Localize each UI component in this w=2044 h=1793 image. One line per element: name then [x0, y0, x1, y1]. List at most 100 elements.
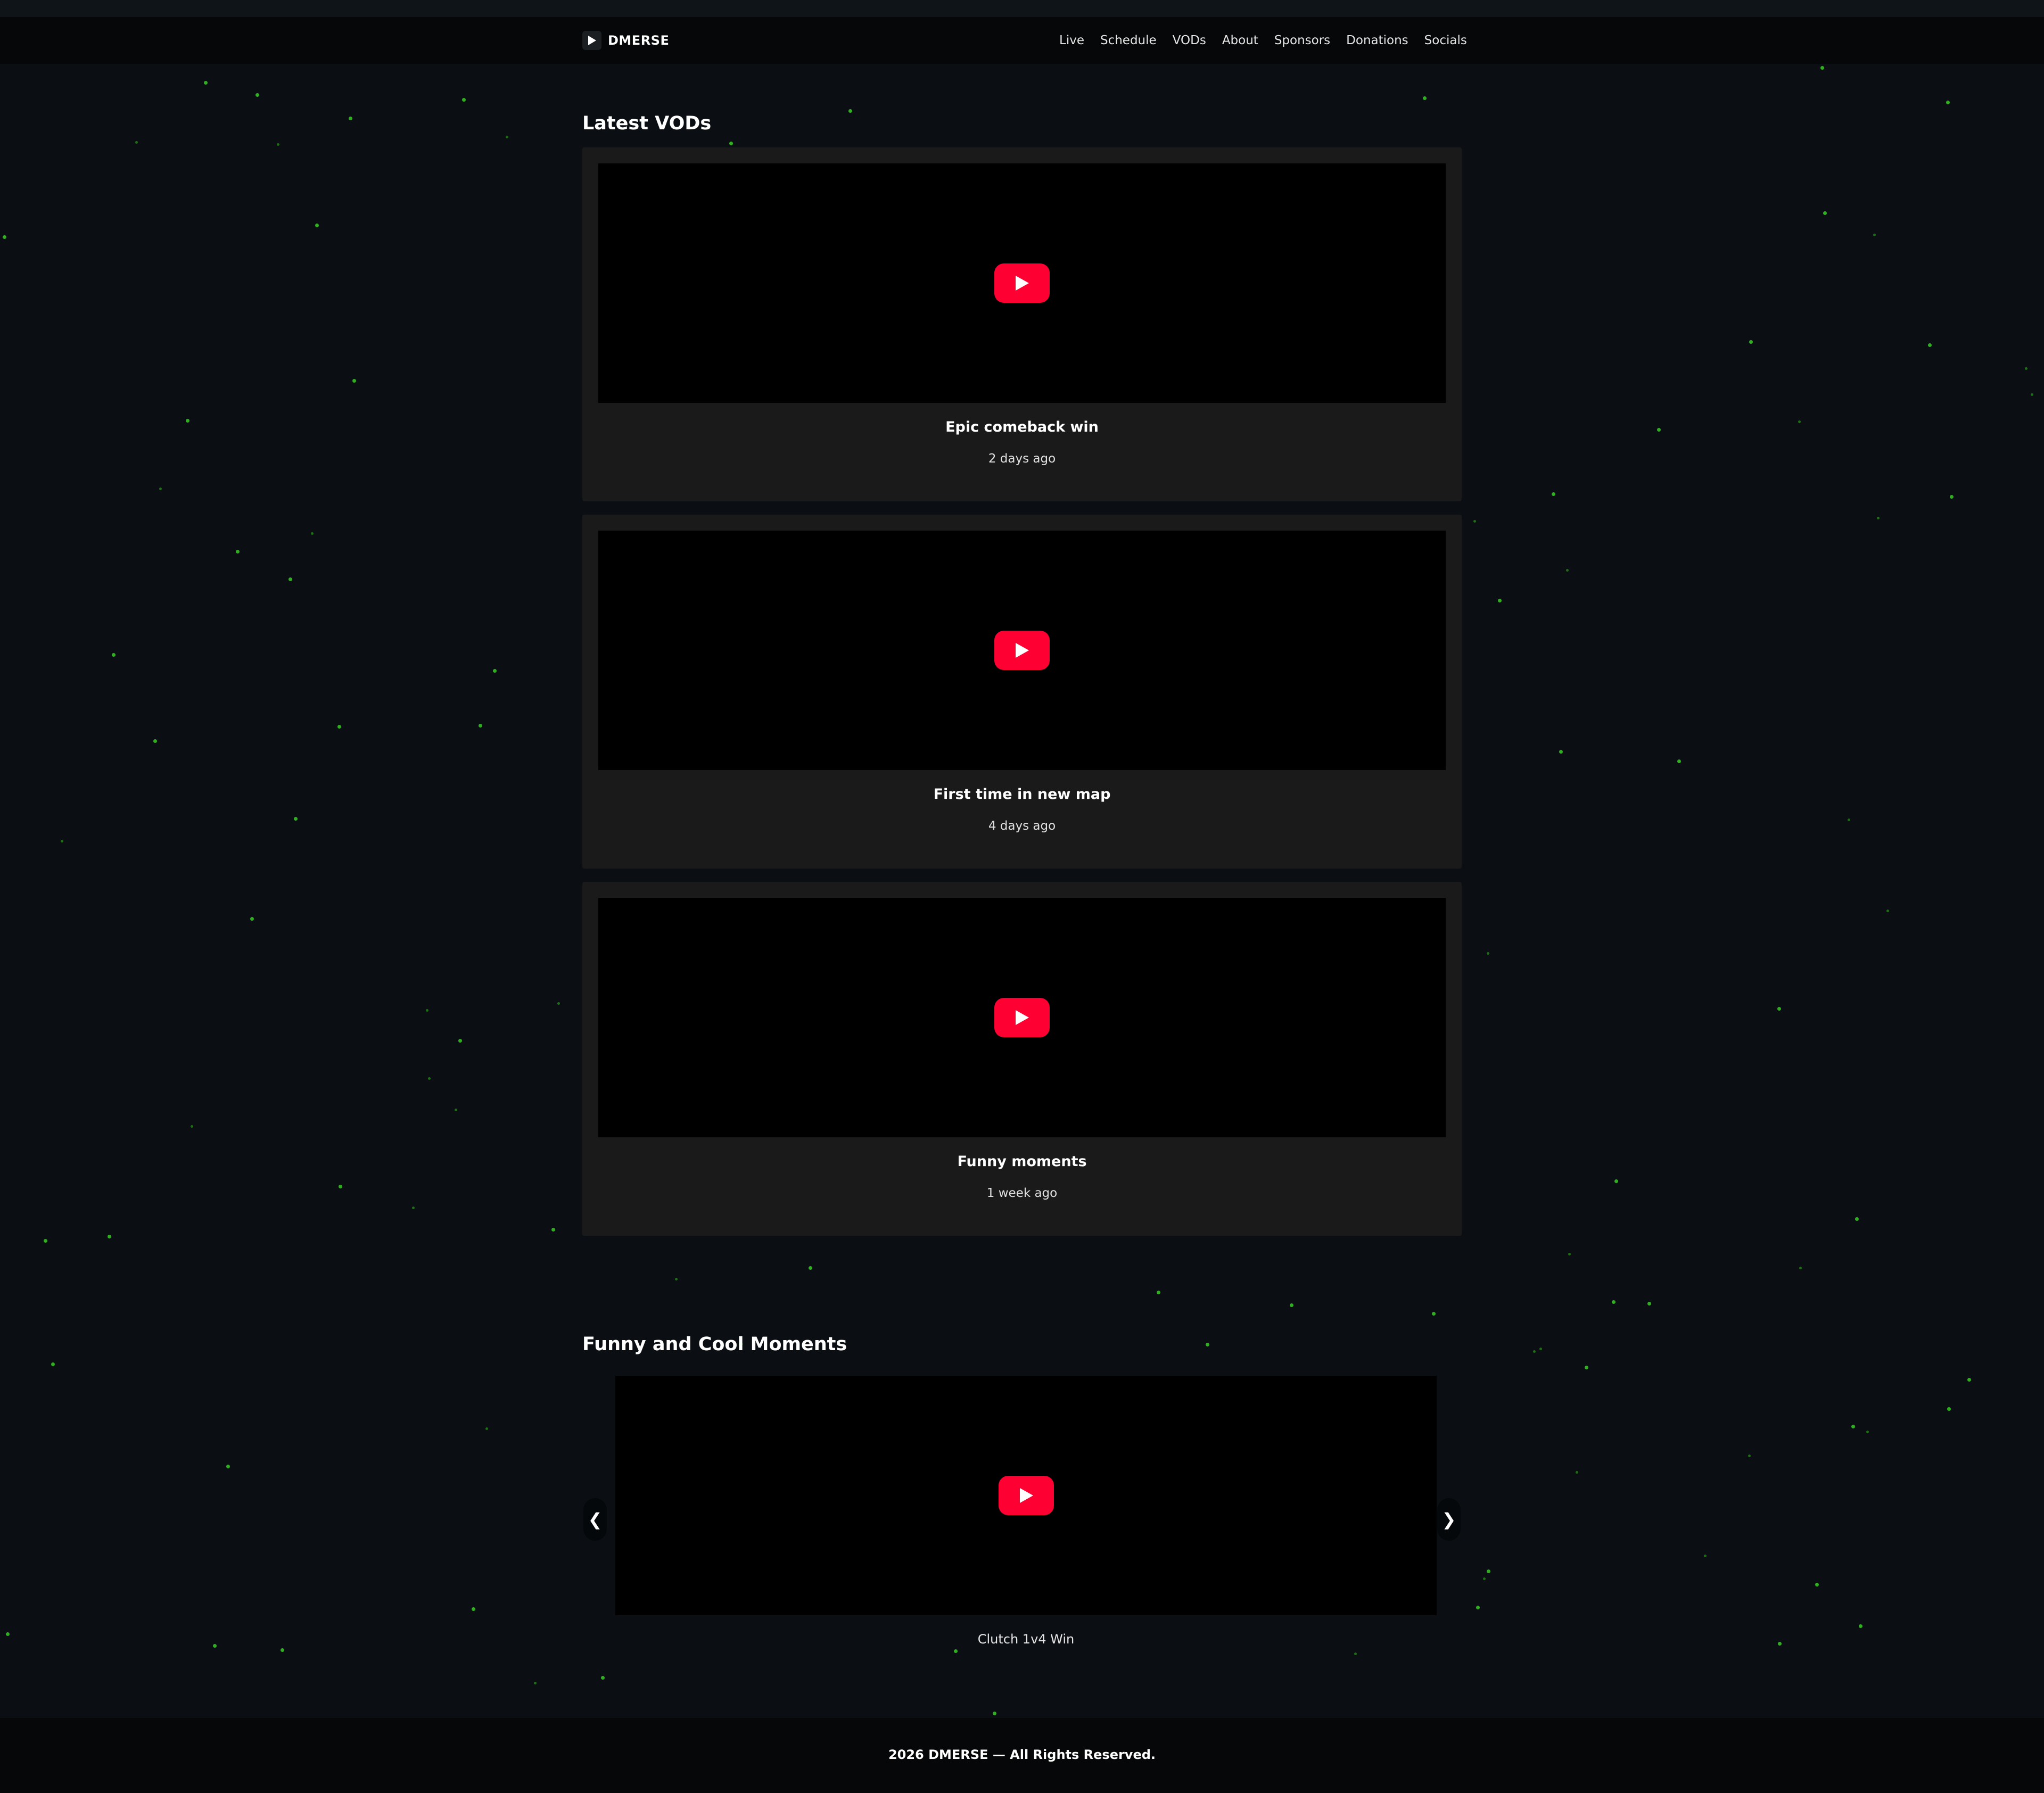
- star-dot: [1157, 1291, 1160, 1294]
- nav-link-socials[interactable]: Socials: [1424, 34, 1467, 47]
- star-dot: [294, 817, 298, 821]
- star-dot: [1487, 1569, 1490, 1573]
- star-dot: [191, 1125, 193, 1128]
- star-dot: [1855, 1217, 1859, 1221]
- star-dot: [485, 1427, 488, 1430]
- vod-card: First time in new map 4 days ago: [582, 515, 1462, 869]
- star-dot: [204, 81, 208, 85]
- star-dot: [458, 1039, 462, 1043]
- vod-date: 1 week ago: [986, 1186, 1058, 1200]
- nav-link-about[interactable]: About: [1222, 34, 1258, 47]
- nav-link-live[interactable]: Live: [1059, 34, 1084, 47]
- star-dot: [1928, 343, 1932, 347]
- star-dot: [729, 142, 733, 145]
- star-dot: [2031, 393, 2033, 396]
- footer-copyright: 2026 DMERSE — All Rights Reserved.: [888, 1747, 1156, 1762]
- star-dot: [159, 488, 162, 490]
- star-dot: [186, 419, 189, 423]
- star-dot: [1851, 1425, 1855, 1428]
- star-dot: [1647, 1302, 1651, 1305]
- star-dot: [1354, 1652, 1357, 1655]
- star-dot: [1798, 420, 1801, 423]
- star-dot: [1967, 1378, 1971, 1382]
- star-dot: [1432, 1312, 1436, 1316]
- star-dot: [1799, 1267, 1802, 1269]
- video-player[interactable]: [598, 898, 1446, 1137]
- star-dot: [1777, 1007, 1781, 1011]
- star-dot: [3, 235, 6, 239]
- nav-link-vods[interactable]: VODs: [1173, 34, 1206, 47]
- star-dot: [1559, 750, 1563, 754]
- star-dot: [153, 739, 157, 743]
- star-dot: [551, 1228, 555, 1232]
- vod-title: Funny moments: [957, 1153, 1087, 1170]
- star-dot: [1476, 1606, 1480, 1609]
- star-dot: [277, 143, 279, 146]
- star-dot: [1815, 1583, 1819, 1587]
- star-dot: [1848, 819, 1850, 821]
- star-dot: [412, 1207, 415, 1209]
- star-dot: [6, 1632, 10, 1636]
- star-dot: [601, 1676, 605, 1680]
- site-footer: 2026 DMERSE — All Rights Reserved.: [0, 1718, 2044, 1793]
- star-dot: [1539, 1348, 1542, 1350]
- star-dot: [455, 1109, 457, 1111]
- carousel-next-button[interactable]: ❯: [1437, 1498, 1461, 1541]
- star-dot: [1568, 1253, 1571, 1255]
- nav-link-donations[interactable]: Donations: [1346, 34, 1408, 47]
- youtube-play-icon[interactable]: [994, 998, 1050, 1037]
- vod-date: 2 days ago: [988, 452, 1056, 466]
- youtube-play-icon[interactable]: [994, 263, 1050, 303]
- brand-name: DMERSE: [608, 33, 670, 48]
- star-dot: [954, 1649, 958, 1653]
- star-dot: [1498, 599, 1502, 602]
- brand-logo[interactable]: DMERSE: [582, 30, 669, 51]
- moments-heading: Funny and Cool Moments: [582, 1334, 847, 1355]
- star-dot: [61, 840, 63, 842]
- star-dot: [479, 724, 482, 728]
- star-dot: [1877, 517, 1880, 519]
- youtube-play-icon[interactable]: [994, 631, 1050, 670]
- star-dot: [1566, 569, 1569, 572]
- moments-video-player[interactable]: [615, 1376, 1437, 1615]
- star-dot: [339, 1185, 342, 1188]
- youtube-play-icon[interactable]: [998, 1476, 1054, 1515]
- star-dot: [1585, 1366, 1588, 1369]
- star-dot: [1483, 1577, 1486, 1580]
- star-dot: [281, 1648, 284, 1652]
- star-dot: [1552, 492, 1555, 496]
- star-dot: [2025, 367, 2027, 370]
- star-dot: [534, 1682, 537, 1684]
- star-dot: [1533, 1350, 1536, 1353]
- star-dot: [1206, 1343, 1209, 1346]
- star-dot: [1946, 101, 1950, 104]
- vod-card: Funny moments 1 week ago: [582, 882, 1462, 1236]
- star-dot: [1947, 1407, 1951, 1411]
- star-dot: [1487, 952, 1489, 955]
- vod-title: First time in new map: [933, 786, 1111, 803]
- carousel-prev-button[interactable]: ❮: [583, 1498, 607, 1541]
- star-dot: [349, 117, 352, 120]
- video-player[interactable]: [598, 531, 1446, 770]
- star-dot: [1859, 1624, 1862, 1628]
- nav-link-schedule[interactable]: Schedule: [1100, 34, 1157, 47]
- video-player[interactable]: [598, 163, 1446, 403]
- top-strip: [0, 0, 2044, 17]
- star-dot: [1778, 1642, 1782, 1646]
- star-dot: [675, 1278, 678, 1280]
- star-dot: [1614, 1179, 1618, 1183]
- star-dot: [809, 1266, 812, 1270]
- vod-date: 4 days ago: [988, 819, 1056, 833]
- star-dot: [426, 1009, 428, 1012]
- star-dot: [1473, 520, 1476, 523]
- star-dot: [250, 917, 254, 921]
- star-dot: [256, 93, 259, 97]
- play-icon: [582, 31, 601, 50]
- star-dot: [226, 1465, 230, 1468]
- star-dot: [112, 653, 116, 657]
- star-dot: [1950, 495, 1954, 499]
- nav-link-sponsors[interactable]: Sponsors: [1274, 34, 1330, 47]
- star-dot: [1290, 1303, 1293, 1307]
- star-dot: [1748, 1455, 1751, 1457]
- star-dot: [315, 224, 319, 227]
